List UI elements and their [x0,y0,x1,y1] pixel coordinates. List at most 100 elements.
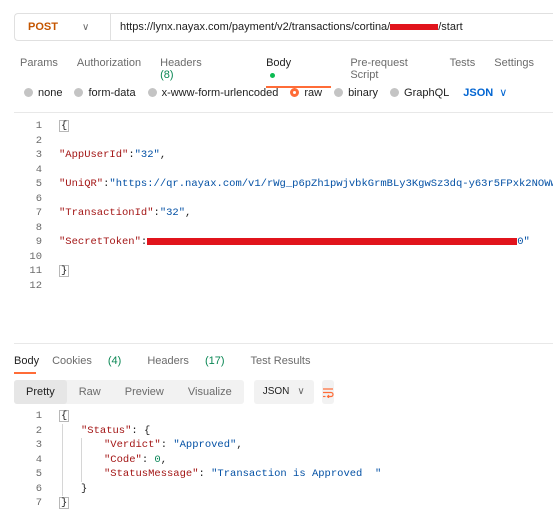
wrap-icon [322,387,334,398]
json-value: "Approved" [173,439,237,452]
tab-cookies[interactable]: Cookies (4) [52,355,134,367]
format-selector[interactable]: JSON ∨ [253,380,314,404]
json-key: "Code" [104,453,142,466]
line-number: 6 [35,192,42,205]
view-mode-segment: Pretty Raw Preview Visualize [14,380,244,404]
tab-response-headers-label: Headers [147,355,189,367]
radio-icon [334,88,344,97]
view-visualize[interactable]: Visualize [176,380,244,404]
tab-body[interactable]: Body [266,57,332,88]
response-body-viewer: 1 2 3 4 5 6 7 { "Status": { "Verdict": "… [14,409,553,519]
body-type-raw-label: raw [304,86,323,99]
redaction-mark [147,238,518,246]
chevron-down-icon: ∨ [81,21,90,33]
body-type-none-label: none [38,86,63,99]
line-numbers: 1 2 3 4 5 6 7 [14,409,42,511]
indent-guide [81,438,104,453]
tab-test-results[interactable]: Test Results [251,355,311,367]
tab-response-headers[interactable]: Headers (17) [147,355,237,367]
indent-guide [62,452,81,468]
line-number: 7 [35,497,42,510]
view-preview[interactable]: Preview [113,380,176,404]
radio-selected-icon [290,88,300,97]
response-tabs: Body Cookies (4) Headers (17) Test Resul… [14,355,323,374]
open-brace: { [59,410,70,422]
body-type-none[interactable]: none [24,87,62,99]
wrap-lines-button[interactable] [321,380,334,404]
modified-dot-icon [270,72,276,78]
tab-headers-label: Headers [160,57,202,69]
language-label: JSON [463,87,494,99]
tab-response-body[interactable]: Body [14,355,39,374]
json-key: "Verdict" [104,439,161,452]
radio-icon [147,88,157,97]
view-pretty[interactable]: Pretty [14,380,67,404]
line-number: 1 [35,410,42,422]
line-number: 2 [35,134,42,147]
indent-guide [81,452,104,468]
json-value: 0" [517,236,530,249]
body-type-raw[interactable]: raw [290,87,322,99]
line-number: 10 [29,250,42,263]
response-code: { "Status": { "Verdict": "Approved", "Co… [59,410,382,510]
json-value: "https://qr.nayax.com/v1/rWg_p6pZh1pwjvb… [109,178,553,191]
body-type-form-data[interactable]: form-data [74,86,136,99]
request-body-editor[interactable]: 1 2 3 4 5 6 7 8 9 10 11 12 { "AppUserId"… [14,112,553,344]
url-input[interactable]: https://lynx.nayax.com/payment/v2/transa… [111,21,463,33]
body-type-urlencoded-label: x-www-form-urlencoded [161,86,279,99]
line-number: 3 [35,439,42,452]
indent-guide [62,423,81,439]
line-number: 11 [29,265,42,278]
request-code: { "AppUserId":"32", "UniQR":"https://qr.… [59,119,553,294]
json-key: "Status" [81,424,132,437]
response-view-bar: Pretty Raw Preview Visualize JSON ∨ [14,380,334,404]
indent-guide [62,438,81,453]
line-number: 3 [35,149,42,162]
chevron-down-icon: ∨ [499,87,508,99]
tab-body-label: Body [266,57,292,69]
method-selector[interactable]: POST ∨ [15,14,111,40]
line-number: 1 [35,120,42,132]
line-number: 7 [35,207,42,220]
body-type-binary[interactable]: binary [334,87,378,99]
body-type-graphql[interactable]: GraphQL [390,87,449,99]
json-key: "SecretToken" [59,236,141,249]
indent-guide [62,467,81,482]
line-numbers: 1 2 3 4 5 6 7 8 9 10 11 12 [14,119,42,294]
json-key: "StatusMessage" [104,468,199,481]
json-value: "Transaction is Approved " [211,468,382,481]
body-type-form-data-label: form-data [88,86,136,99]
radio-icon [74,88,84,97]
body-type-selector: none form-data x-www-form-urlencoded raw… [24,86,507,99]
body-type-urlencoded[interactable]: x-www-form-urlencoded [147,86,279,99]
body-type-binary-label: binary [348,86,379,99]
view-raw[interactable]: Raw [67,380,113,404]
indent-guide [81,467,104,482]
radio-icon [390,88,400,97]
method-label: POST [28,21,58,33]
tab-settings[interactable]: Settings [494,57,534,81]
line-number: 4 [35,163,42,176]
tab-authorization[interactable]: Authorization [77,57,141,81]
tab-pre-request-script[interactable]: Pre-request Script [350,57,430,81]
json-value: "32" [134,149,160,162]
json-key: "UniQR" [59,178,104,191]
url-prefix: https://lynx.nayax.com/payment/v2/transa… [120,21,391,33]
language-selector[interactable]: JSON ∨ [463,86,507,99]
json-key: "AppUserId" [59,149,129,162]
close-brace: } [59,497,70,510]
tab-headers-count: (8) [160,69,174,81]
url-suffix: /start [438,21,463,33]
line-number: 6 [35,482,42,495]
line-number: 2 [35,424,42,437]
tab-params[interactable]: Params [20,57,58,81]
tab-tests[interactable]: Tests [450,57,476,81]
json-value: "32" [159,207,186,220]
line-number: 5 [35,468,42,481]
tab-headers[interactable]: Headers (8) [160,57,247,81]
line-number: 12 [29,280,42,293]
tab-response-headers-count: (17) [204,355,225,367]
json-key: "TransactionId" [59,207,154,220]
close-brace: } [59,265,70,278]
format-label: JSON [262,386,290,397]
